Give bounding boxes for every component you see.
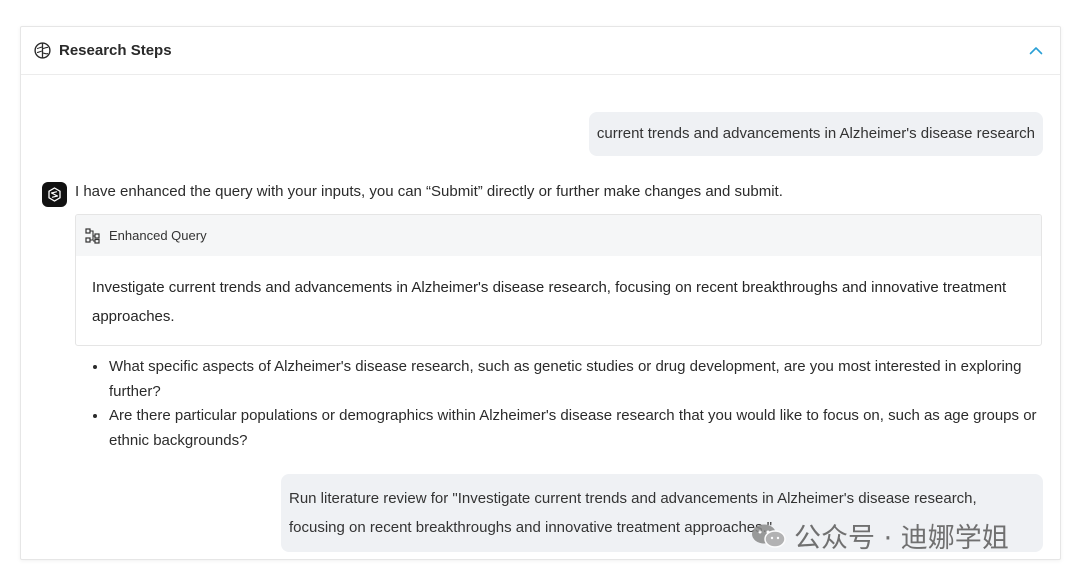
enhanced-query-card: Enhanced Query Investigate current trend…	[75, 214, 1042, 346]
watermark-text: 公众号 · 迪娜学姐	[794, 523, 1009, 554]
enhanced-query-header: Enhanced Query	[76, 215, 1041, 256]
research-steps-panel: Research Steps current trends and advanc…	[20, 26, 1061, 560]
list-item: What specific aspects of Alzheimer's dis…	[108, 355, 1058, 404]
nodes-icon	[85, 227, 101, 244]
chevron-up-icon[interactable]	[1024, 39, 1048, 63]
list-item: Are there particular populations or demo…	[108, 404, 1058, 453]
enhanced-query-text[interactable]: Investigate current trends and advanceme…	[76, 256, 1041, 331]
brain-icon	[34, 42, 51, 59]
assistant-avatar	[42, 182, 67, 207]
enhanced-query-label: Enhanced Query	[109, 228, 207, 243]
panel-header[interactable]: Research Steps	[21, 27, 1060, 75]
assistant-message: I have enhanced the query with your inpu…	[75, 183, 783, 200]
panel-title: Research Steps	[59, 42, 172, 59]
assistant-logo-icon	[47, 187, 62, 202]
watermark: 公众号 · 迪娜学姐	[750, 516, 1009, 555]
wechat-icon	[750, 522, 788, 550]
user-query-bubble: current trends and advancements in Alzhe…	[588, 112, 1043, 156]
follow-up-questions: What specific aspects of Alzheimer's dis…	[94, 355, 1058, 453]
